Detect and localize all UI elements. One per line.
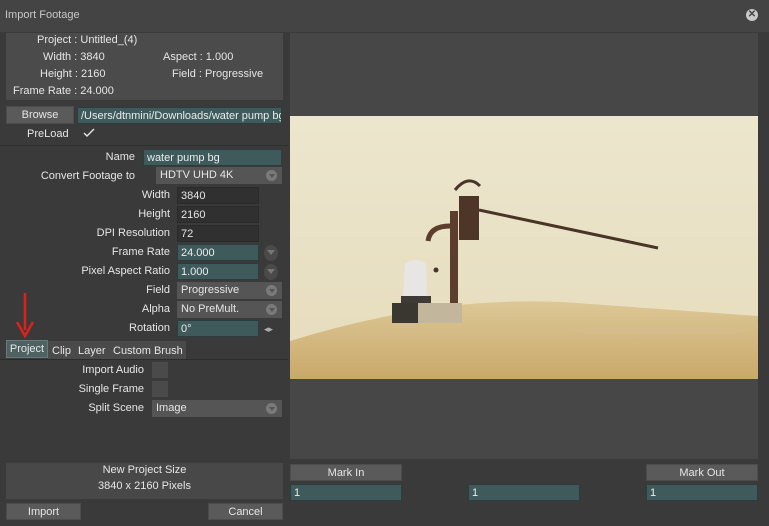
new-project-size-panel: New Project Size 3840 x 2160 Pixels (6, 463, 283, 499)
dpi-label: DPI Resolution (96, 227, 170, 239)
tab-custom-brush[interactable]: Custom Brush (113, 343, 183, 359)
path-field[interactable]: /Users/dtnmini/Downloads/water pump bg (77, 107, 282, 124)
mark-out-button[interactable]: Mark Out (646, 464, 758, 481)
dpi-input[interactable]: 72 (177, 225, 259, 242)
mark-in-button[interactable]: Mark In (290, 464, 402, 481)
height-label: Height (138, 208, 170, 220)
new-project-size-value: 3840 x 2160 Pixels (98, 480, 191, 492)
import-audio-label: Import Audio (82, 364, 144, 376)
import-audio-checkbox[interactable] (152, 362, 168, 378)
width-input[interactable]: 3840 (177, 187, 259, 204)
frame-rate-chevron-down-icon[interactable] (264, 245, 278, 261)
tab-layer[interactable]: Layer (78, 343, 106, 359)
chevron-down-icon (266, 304, 277, 315)
height-input[interactable]: 2160 (177, 206, 259, 223)
frame-rate-input[interactable]: 24.000 (177, 244, 259, 261)
close-icon[interactable]: ✕ (746, 9, 758, 21)
preview-image (290, 116, 758, 379)
preload-check-icon[interactable] (82, 126, 96, 140)
mark-out-input[interactable]: 1 (646, 484, 758, 501)
split-scene-dropdown[interactable]: Image (152, 400, 282, 417)
split-scene-label: Split Scene (88, 402, 144, 414)
divider (0, 145, 288, 146)
pixel-aspect-chevron-down-icon[interactable] (264, 264, 278, 280)
project-info-panel: Project : Untitled_(4) Width : 3840 Aspe… (6, 33, 283, 100)
width-label: Width (141, 189, 170, 201)
chevron-down-icon (266, 285, 277, 296)
import-button[interactable]: Import (6, 503, 81, 520)
title-bar (0, 0, 769, 33)
rotation-stepper-icon[interactable]: ◂▸ (264, 321, 280, 337)
rotation-input[interactable]: 0° (177, 320, 259, 337)
name-input[interactable]: water pump bg (143, 149, 282, 166)
convert-footage-dropdown[interactable]: HDTV UHD 4K (156, 167, 282, 184)
new-project-size-title: New Project Size (102, 464, 187, 476)
field-value: Progressive (181, 284, 240, 296)
browse-button[interactable]: Browse (6, 106, 74, 124)
alpha-value: No PreMult. (181, 303, 240, 315)
mark-in-input[interactable]: 1 (290, 484, 402, 501)
preload-label: PreLoad (27, 128, 69, 140)
field-dropdown[interactable]: Progressive (177, 282, 282, 299)
split-scene-value: Image (156, 402, 187, 414)
info-project: Project : Untitled_(4) (37, 34, 138, 46)
convert-footage-label: Convert Footage to (40, 170, 135, 182)
pixel-aspect-ratio-label: Pixel Aspect Ratio (81, 265, 170, 277)
current-frame-input[interactable]: 1 (468, 484, 580, 501)
tab-divider (0, 359, 288, 360)
window-title: Import Footage (5, 9, 80, 21)
info-height: Height : 2160 (40, 68, 106, 80)
single-frame-checkbox[interactable] (152, 381, 168, 397)
frame-rate-label: Frame Rate (111, 246, 170, 258)
tab-project[interactable]: Project (6, 340, 48, 358)
convert-footage-value: HDTV UHD 4K (160, 169, 234, 181)
single-frame-label: Single Frame (78, 383, 144, 395)
info-aspect: Aspect : 1.000 (163, 51, 234, 63)
chevron-down-icon (266, 170, 277, 181)
info-width: Width : 3840 (43, 51, 105, 63)
tab-clip[interactable]: Clip (52, 343, 71, 359)
info-frame-rate: Frame Rate : 24.000 (13, 85, 114, 97)
chevron-down-icon (266, 403, 277, 414)
alpha-dropdown[interactable]: No PreMult. (177, 301, 282, 318)
pixel-aspect-ratio-input[interactable]: 1.000 (177, 263, 259, 280)
red-arrow-icon (14, 292, 36, 340)
name-label: Name (105, 151, 135, 163)
info-field: Field : Progressive (172, 68, 264, 80)
cancel-button[interactable]: Cancel (208, 503, 283, 520)
